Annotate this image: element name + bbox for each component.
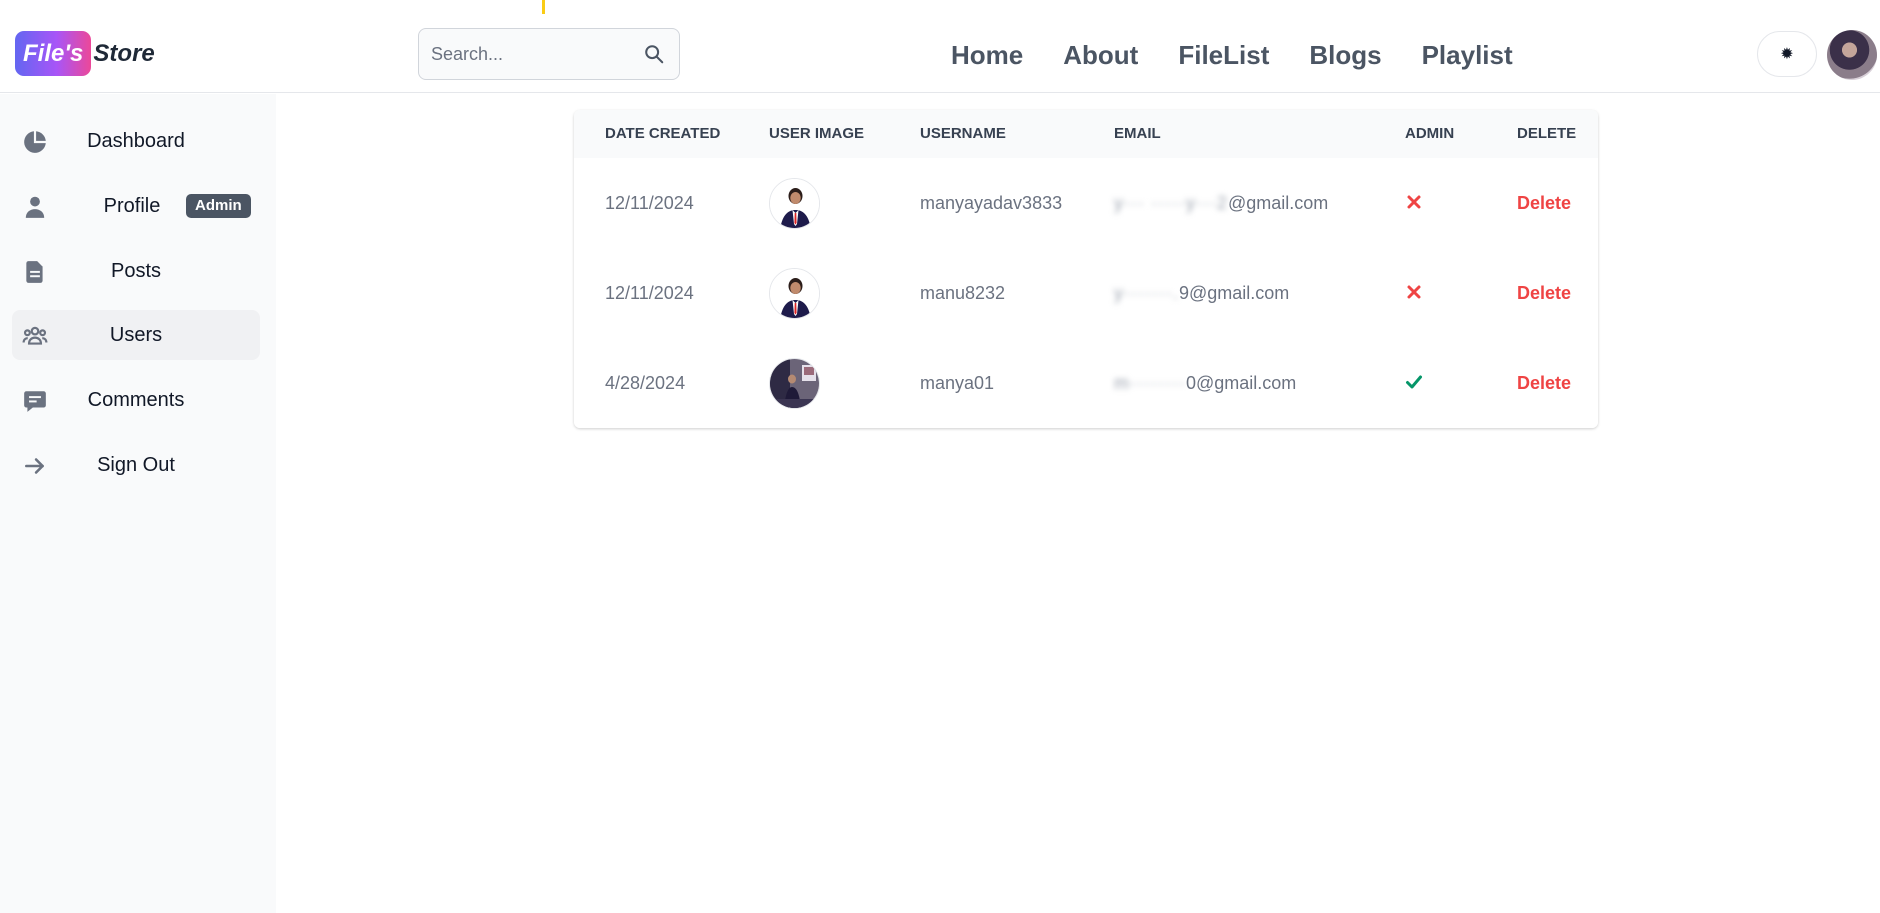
user-icon xyxy=(25,196,45,218)
top-navbar: File's Store Home About FileList Blogs P… xyxy=(0,0,1880,93)
search-box xyxy=(418,28,680,80)
sidebar-item-label: Users xyxy=(109,324,163,346)
email-redacted: y··· ·····y···2 xyxy=(1114,193,1228,213)
brand-badge: File's xyxy=(15,31,92,76)
date-created: 12/11/2024 xyxy=(605,193,694,213)
nav-playlist[interactable]: Playlist xyxy=(1422,36,1513,74)
highlight-marker xyxy=(542,0,545,14)
table-header: Date created User image Username Email A… xyxy=(574,110,1598,158)
sidebar: Dashboard Profile Admin Posts Users Comm… xyxy=(0,94,276,913)
search-input[interactable] xyxy=(431,29,631,79)
column-header-email: Email xyxy=(1114,125,1161,142)
sidebar-item-label: Dashboard xyxy=(87,130,185,152)
user-avatar[interactable] xyxy=(1827,30,1877,80)
username: manya01 xyxy=(920,373,995,393)
email-domain: 9@gmail.com xyxy=(1178,283,1290,303)
delete-button[interactable]: Delete xyxy=(1517,248,1571,338)
sidebar-item-label: Profile xyxy=(103,195,161,217)
username: manyayadav3833 xyxy=(920,193,1063,213)
nav-home[interactable]: Home xyxy=(951,36,1023,74)
sun-icon: ✹ xyxy=(1780,46,1794,63)
user-image xyxy=(769,268,820,319)
column-header-delete: Delete xyxy=(1517,125,1577,142)
nav-about[interactable]: About xyxy=(1063,36,1138,74)
delete-button[interactable]: Delete xyxy=(1517,338,1571,428)
column-header-username: Username xyxy=(920,125,1006,142)
brand-text: Store xyxy=(93,39,155,67)
email-redacted: y·······. xyxy=(1114,283,1179,303)
sidebar-item-profile[interactable]: Profile Admin xyxy=(12,181,260,231)
admin-badge: Admin xyxy=(186,194,251,218)
table-row: 12/11/2024 manyayadav3833 y··· ·····y···… xyxy=(574,158,1598,248)
sidebar-item-signout[interactable]: Sign Out xyxy=(12,440,260,490)
column-header-admin: Admin xyxy=(1405,125,1455,142)
column-header-image: User image xyxy=(769,125,865,142)
sidebar-item-posts[interactable]: Posts xyxy=(12,246,260,296)
cross-icon xyxy=(1407,195,1421,209)
date-created: 4/28/2024 xyxy=(605,373,686,393)
table-row: 12/11/2024 manu8232 y·······.9@gmail.com… xyxy=(574,248,1598,338)
search-icon[interactable] xyxy=(643,43,665,65)
nav-filelist[interactable]: FileList xyxy=(1178,36,1269,74)
main-nav: Home About FileList Blogs Playlist xyxy=(951,36,1513,74)
username: manu8232 xyxy=(920,283,1006,303)
sidebar-item-label: Sign Out xyxy=(97,454,175,476)
sidebar-item-dashboard[interactable]: Dashboard xyxy=(12,116,260,166)
check-icon xyxy=(1406,375,1422,389)
user-image xyxy=(769,178,820,229)
sidebar-item-comments[interactable]: Comments xyxy=(12,375,260,425)
email: y·······.9@gmail.com xyxy=(1114,248,1289,338)
email: m········0@gmail.com xyxy=(1114,338,1296,428)
nav-blogs[interactable]: Blogs xyxy=(1309,36,1381,74)
sidebar-item-label: Posts xyxy=(110,260,162,282)
column-header-date: Date created xyxy=(605,125,721,142)
date-created: 12/11/2024 xyxy=(605,283,694,303)
theme-toggle-button[interactable]: ✹ xyxy=(1757,31,1817,77)
delete-button[interactable]: Delete xyxy=(1517,158,1571,248)
table-row: 4/28/2024 manya01 m········0@gmail.com D… xyxy=(574,338,1598,428)
sidebar-item-users[interactable]: Users xyxy=(12,310,260,360)
brand-logo[interactable]: File's Store xyxy=(15,31,155,76)
cross-icon xyxy=(1407,285,1421,299)
email: y··· ·····y···2@gmail.com xyxy=(1114,158,1328,248)
user-image xyxy=(769,358,820,409)
users-table: Date created User image Username Email A… xyxy=(574,110,1598,428)
email-domain: 0@gmail.com xyxy=(1185,373,1297,393)
sidebar-item-label: Comments xyxy=(87,389,185,411)
email-redacted: m········ xyxy=(1114,373,1186,393)
email-domain: @gmail.com xyxy=(1227,193,1329,213)
